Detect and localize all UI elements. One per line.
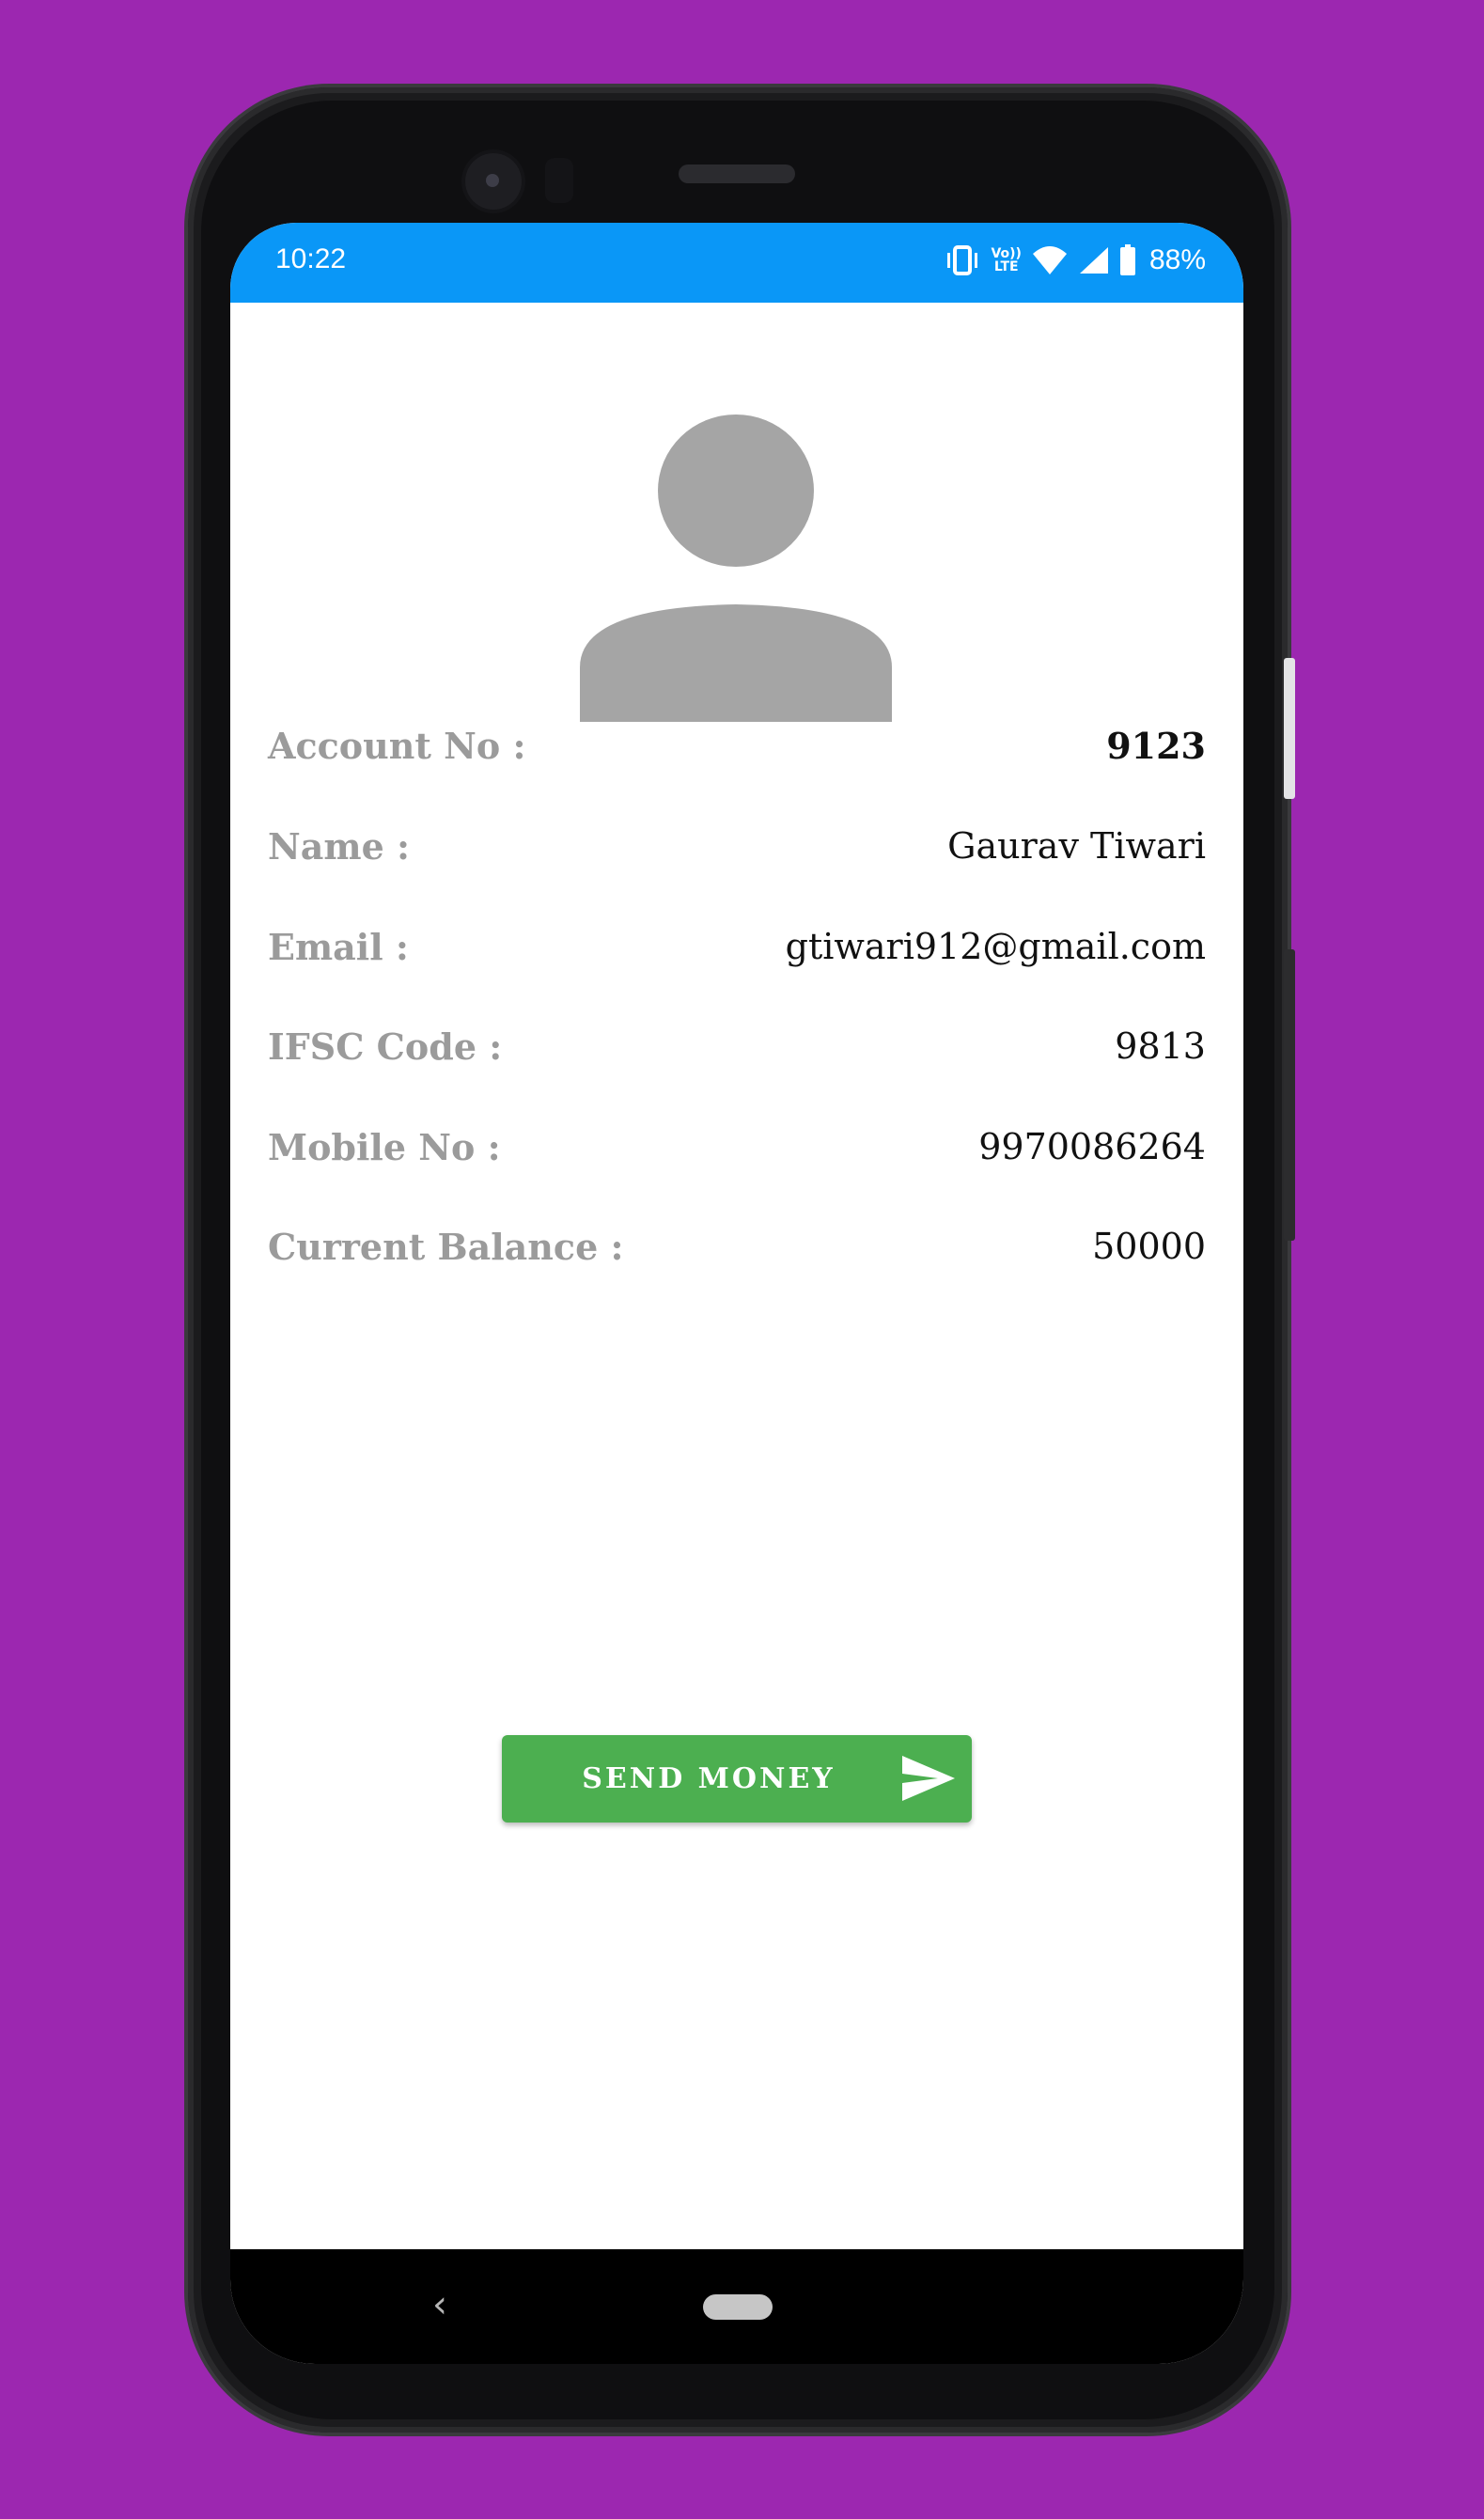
balance-value: 50000: [1092, 1226, 1206, 1267]
back-icon[interactable]: ‹: [432, 2283, 470, 2330]
battery-percent: 88%: [1148, 244, 1206, 275]
wifi-icon: [1031, 244, 1069, 276]
email-row: Email : gtiwari912@gmail.com: [268, 918, 1206, 975]
email-value: gtiwari912@gmail.com: [785, 926, 1206, 967]
front-camera-icon: [465, 153, 522, 210]
power-button: [1284, 658, 1295, 799]
home-pill-icon[interactable]: [703, 2294, 773, 2320]
cell-signal-icon: [1078, 245, 1110, 275]
battery-icon: [1119, 244, 1136, 276]
volume-button: [1284, 949, 1295, 1241]
balance-row: Current Balance : 50000: [268, 1218, 1206, 1275]
lte-label: LTE: [993, 259, 1019, 274]
send-money-label: SEND MONEY: [582, 1762, 836, 1795]
ifsc-label: IFSC Code :: [268, 1025, 503, 1068]
name-label: Name :: [268, 824, 410, 868]
proximity-sensor: [545, 158, 573, 203]
balance-label: Current Balance :: [268, 1225, 624, 1268]
mobile-value: 9970086264: [978, 1126, 1206, 1167]
volte-icon: Vo)) LTE: [991, 247, 1021, 274]
ifsc-row: IFSC Code : 9813: [268, 1018, 1206, 1074]
send-icon: [902, 1756, 955, 1801]
name-row: Name : Gaurav Tiwari: [268, 818, 1206, 874]
earpiece-speaker: [679, 164, 795, 183]
volte-label: Vo)): [991, 246, 1022, 261]
status-icons: Vo)) LTE 88%: [944, 240, 1206, 281]
app-screen: 10:22 Vo)) LTE 88% Account No: 9123 Nam…: [230, 223, 1243, 2364]
account-number-row: Account No : 9123: [268, 717, 1206, 774]
email-label: Email :: [268, 925, 409, 968]
status-bar: 10:22 Vo)) LTE 88%: [230, 223, 1243, 303]
vibrate-icon: [944, 244, 981, 276]
status-time: 10:22: [275, 243, 347, 274]
person-placeholder-icon: [580, 415, 892, 722]
mobile-label: Mobile No :: [268, 1125, 501, 1168]
account-number-label: Account No :: [268, 724, 526, 767]
navigation-bar: ‹: [230, 2249, 1243, 2364]
ifsc-value: 9813: [1115, 1025, 1206, 1067]
send-money-button[interactable]: SEND MONEY: [502, 1735, 972, 1823]
name-value: Gaurav Tiwari: [947, 825, 1206, 867]
mobile-row: Mobile No : 9970086264: [268, 1119, 1206, 1175]
account-number-value: 9123: [1106, 724, 1206, 767]
